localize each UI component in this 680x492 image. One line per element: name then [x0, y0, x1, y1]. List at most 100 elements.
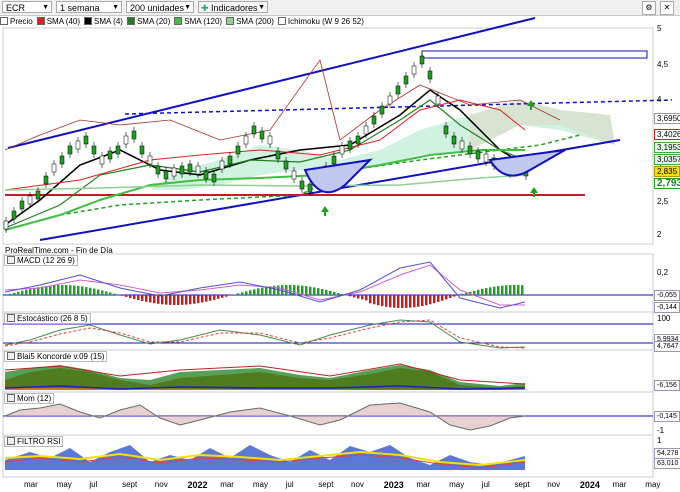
candle-body — [259, 130, 265, 140]
candle-body — [283, 160, 289, 170]
macd-bar — [481, 288, 484, 295]
candle-body — [459, 140, 465, 150]
candle-body — [475, 150, 481, 160]
up-arrow-icon — [321, 206, 329, 216]
macd-bar — [361, 295, 364, 300]
panel-title[interactable]: Estocástico (26 8 5) — [4, 313, 91, 324]
macd-bar — [129, 295, 132, 298]
x-axis-label: jul — [89, 480, 98, 489]
candle-body — [35, 190, 41, 200]
x-axis-label: may — [645, 480, 661, 489]
panel-value-tag: -0,144 — [654, 302, 680, 313]
macd-bar — [189, 295, 192, 305]
macd-bar — [381, 295, 384, 307]
candle-body — [387, 95, 393, 105]
macd-bar — [401, 295, 404, 308]
candle-body — [451, 135, 457, 145]
candle-body — [139, 145, 145, 155]
macd-bar — [93, 288, 96, 295]
panel-value-tag: -0,145 — [654, 411, 680, 422]
macd-bar — [453, 295, 456, 297]
candle-body — [331, 155, 337, 165]
macd-bar — [509, 285, 512, 295]
macd-bar — [245, 291, 248, 295]
macd-bar — [493, 286, 496, 295]
panel-value-tag: -6,156 — [654, 380, 680, 391]
macd-bar — [465, 292, 468, 295]
macd-bar — [317, 288, 320, 295]
macd-bar — [141, 295, 144, 301]
macd-bar — [9, 293, 12, 295]
x-axis-label: may — [449, 480, 465, 489]
dashed-resistance-line — [124, 99, 673, 115]
candle-body — [235, 145, 241, 155]
price-axis-label: 5 — [657, 24, 662, 33]
price-tag: 2,835 — [654, 166, 680, 177]
x-axis-label: mar — [24, 480, 38, 489]
macd-bar — [377, 295, 380, 306]
candle-body — [75, 140, 81, 150]
candle-body — [107, 150, 113, 160]
macd-bar — [437, 295, 440, 302]
macd-bar — [513, 285, 516, 295]
x-axis-label: sept — [514, 480, 530, 489]
macd-bar — [77, 285, 80, 295]
macd-bar — [429, 295, 432, 305]
macd-bar — [61, 285, 64, 295]
panel-title-label: FILTRO RSI — [17, 437, 61, 446]
panel-title-label: MACD (12 26 9) — [17, 256, 75, 265]
macd-bar — [257, 288, 260, 295]
panel-title[interactable]: FILTRO RSI — [4, 436, 64, 447]
x-axis-label: 2023 — [383, 480, 404, 490]
macd-bar — [237, 293, 240, 295]
macd-bar — [73, 285, 76, 295]
macd-bar — [365, 295, 368, 301]
candle-body — [91, 145, 97, 155]
candle-body — [347, 140, 353, 150]
panel-axis-label: -1 — [657, 426, 665, 435]
macd-bar — [225, 295, 228, 297]
macd-bar — [145, 295, 148, 302]
candle-body — [435, 95, 441, 105]
macd-bar — [173, 295, 176, 305]
macd-bar — [305, 286, 308, 295]
macd-bar — [325, 289, 328, 295]
macd-bar — [133, 295, 136, 300]
x-axis-label: mar — [220, 480, 234, 489]
panel-title-label: Mom (12) — [17, 394, 52, 403]
macd-bar — [69, 285, 72, 295]
candle-body — [355, 135, 361, 145]
candle-body — [251, 125, 257, 135]
macd-bar — [321, 288, 324, 295]
macd-bar — [29, 288, 32, 295]
x-axis-label: sept — [318, 480, 334, 489]
panel-title[interactable]: MACD (12 26 9) — [4, 255, 78, 266]
macd-bar — [445, 295, 448, 300]
macd-bar — [177, 295, 180, 305]
candle-body — [83, 135, 89, 145]
candle-body — [371, 115, 377, 125]
macd-bar — [217, 295, 220, 299]
candle-body — [219, 160, 225, 170]
koncorde-green-area — [5, 365, 525, 390]
x-axis-label: nov — [547, 480, 561, 489]
panel-icon — [7, 314, 15, 322]
candle-body — [3, 220, 9, 230]
panel-title[interactable]: Blai5 Koncorde v.09 (15) — [4, 351, 108, 362]
macd-bar — [49, 285, 52, 295]
panel-axis-label: 100 — [657, 314, 671, 323]
macd-bar — [161, 295, 164, 305]
x-axis-label: mar — [612, 480, 627, 489]
candle-body — [467, 145, 473, 155]
macd-bar — [233, 294, 236, 295]
price-axis-label: 4,5 — [657, 60, 669, 69]
target-box — [421, 50, 648, 59]
macd-histogram — [9, 285, 524, 308]
macd-bar — [149, 295, 152, 303]
macd-bar — [301, 285, 304, 295]
candle-body — [483, 153, 489, 163]
macd-bar — [57, 285, 60, 295]
candle-body — [275, 150, 281, 160]
macd-bar — [229, 295, 232, 296]
panel-title[interactable]: Mom (12) — [4, 393, 55, 404]
